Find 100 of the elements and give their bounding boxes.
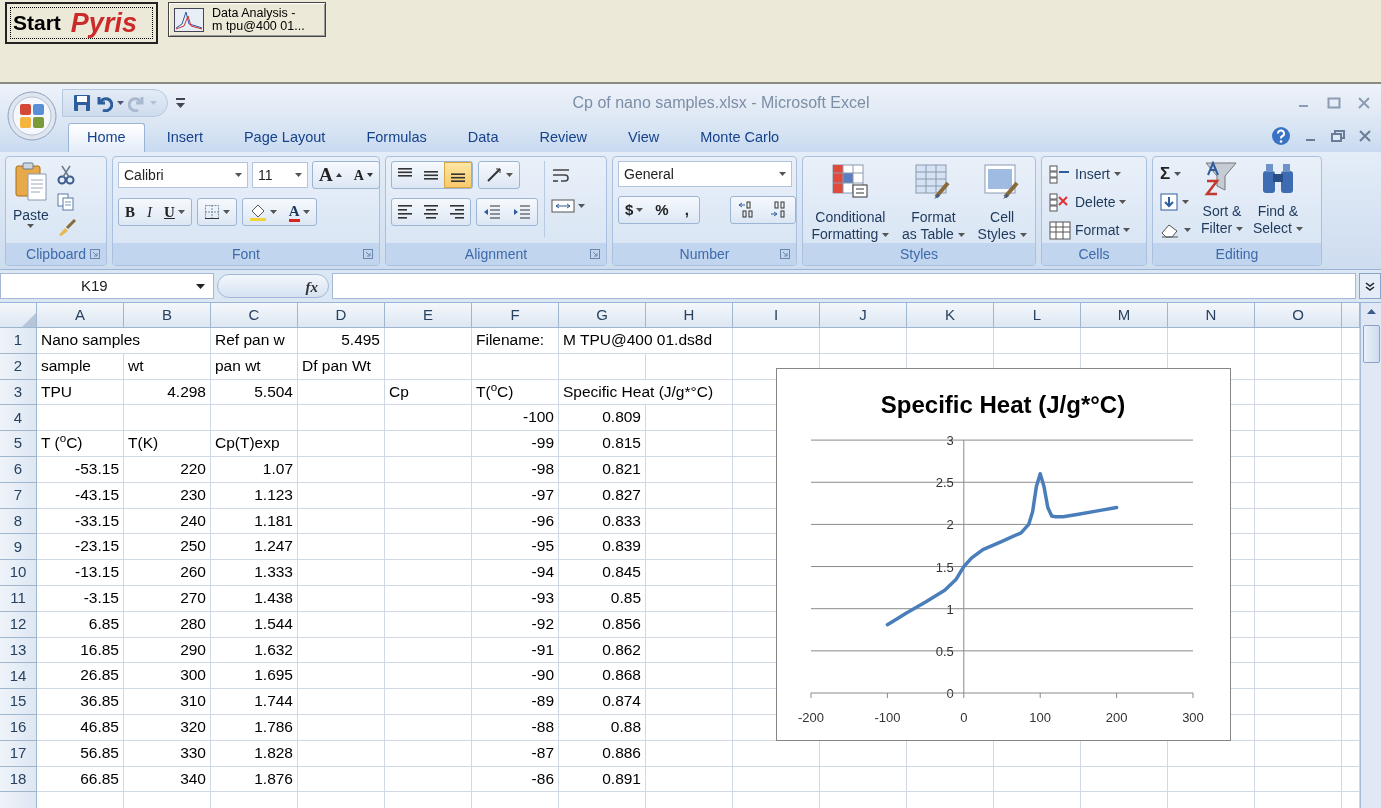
restore-icon[interactable] xyxy=(1331,130,1345,142)
row-header[interactable]: 14 xyxy=(0,663,37,690)
ribbon-tab[interactable]: View xyxy=(609,123,679,152)
insert-button[interactable]: Insert xyxy=(1047,161,1133,187)
ribbon-tab[interactable]: Review xyxy=(520,123,606,152)
autosum-button[interactable]: Σ xyxy=(1158,161,1193,187)
caret-icon xyxy=(27,224,35,228)
start-button[interactable]: Start Pyris xyxy=(5,2,158,44)
format-as-table-button[interactable]: Format as Table xyxy=(900,163,967,243)
row-header[interactable]: 15 xyxy=(0,689,37,715)
find-select-button[interactable]: Find & Select xyxy=(1251,161,1305,237)
column-header[interactable]: E xyxy=(385,303,472,328)
format-button[interactable]: Format xyxy=(1047,217,1133,243)
row-header[interactable]: 3 xyxy=(0,379,37,406)
ribbon-tab[interactable]: Formulas xyxy=(347,123,446,152)
caret-icon xyxy=(366,173,373,177)
customize-icon[interactable] xyxy=(176,98,185,108)
ribbon-tab[interactable]: Data xyxy=(448,123,518,152)
ribbon-tab[interactable]: Insert xyxy=(147,123,222,152)
copy-icon[interactable] xyxy=(56,193,75,211)
caret-icon xyxy=(235,173,242,177)
grow-font-button[interactable]: A xyxy=(313,162,348,188)
column-header[interactable]: K xyxy=(907,303,994,328)
row-header[interactable]: 17 xyxy=(0,740,37,767)
row-header[interactable]: 18 xyxy=(0,766,37,793)
conditional-formatting-button[interactable]: Conditional Formatting xyxy=(809,163,892,243)
lines-icon xyxy=(450,205,464,219)
comma-button[interactable]: , xyxy=(674,197,699,223)
italic-button[interactable]: I xyxy=(141,199,158,225)
column-header[interactable]: G xyxy=(559,303,646,328)
close-icon[interactable] xyxy=(1359,130,1371,142)
row-header[interactable]: 1 xyxy=(0,328,37,354)
column-header[interactable]: I xyxy=(733,303,820,328)
name-box[interactable]: K19 xyxy=(0,273,214,299)
column-header[interactable]: F xyxy=(472,303,559,328)
merge-center-icon[interactable] xyxy=(551,197,575,215)
ribbon-tab[interactable]: Home xyxy=(68,123,145,152)
column-header[interactable]: D xyxy=(298,303,385,328)
scissors-icon[interactable] xyxy=(56,165,75,185)
underline-button[interactable]: U xyxy=(158,199,191,225)
close-icon[interactable] xyxy=(1357,97,1371,109)
clipboard-icon xyxy=(13,161,48,201)
save-icon[interactable] xyxy=(73,94,91,112)
font-size-combobox[interactable]: 11 xyxy=(252,162,308,188)
delete-button[interactable]: Delete xyxy=(1047,189,1133,215)
column-header[interactable]: B xyxy=(124,303,211,328)
row-header[interactable]: 16 xyxy=(0,714,37,741)
caret-icon xyxy=(636,208,644,212)
column-header[interactable]: A xyxy=(37,303,124,328)
dialog-launcher-icon[interactable] xyxy=(363,249,373,259)
row-header[interactable]: 8 xyxy=(0,508,37,535)
table-cell: 66.85 xyxy=(37,766,124,793)
column-header[interactable]: C xyxy=(211,303,298,328)
row-header[interactable]: 2 xyxy=(0,353,37,380)
help-icon[interactable] xyxy=(1271,126,1291,146)
shrink-font-button[interactable]: A xyxy=(347,162,379,188)
column-header[interactable]: O xyxy=(1255,303,1342,328)
scrollbar-thumb[interactable] xyxy=(1362,325,1380,363)
column-header[interactable]: H xyxy=(646,303,733,328)
row-header[interactable]: 10 xyxy=(0,560,37,586)
formula-input[interactable] xyxy=(332,273,1356,299)
sort-filter-button[interactable]: Sort & Filter xyxy=(1199,161,1245,237)
expand-formula-bar-button[interactable] xyxy=(1359,273,1381,299)
row-header[interactable]: 4 xyxy=(0,405,37,432)
maximize-icon[interactable] xyxy=(1327,97,1341,109)
row-header[interactable]: 13 xyxy=(0,637,37,664)
ribbon-tab[interactable]: Monte Carlo xyxy=(681,123,799,152)
taskbar-button[interactable]: Data Analysis - m tpu@400 01... xyxy=(168,2,326,37)
cell-styles-button[interactable]: Cell Styles xyxy=(975,163,1029,243)
row-header[interactable]: 9 xyxy=(0,534,37,561)
table-cell: 1.333 xyxy=(211,560,298,586)
table-cell: 0.891 xyxy=(559,766,646,793)
tick-label: 300 xyxy=(1182,710,1204,725)
ribbon-tab[interactable]: Page Layout xyxy=(224,123,345,152)
dialog-launcher-icon[interactable] xyxy=(780,249,790,259)
row-header[interactable]: 11 xyxy=(0,585,37,612)
column-header[interactable]: J xyxy=(820,303,907,328)
bold-button[interactable]: B xyxy=(119,199,141,225)
column-header[interactable]: L xyxy=(994,303,1081,328)
insert-function-button[interactable]: fx xyxy=(217,274,329,298)
column-header[interactable]: M xyxy=(1081,303,1168,328)
undo-icon[interactable] xyxy=(95,94,113,112)
font-name-combobox[interactable]: Calibri xyxy=(118,162,248,188)
currency-button[interactable]: $ xyxy=(619,197,650,223)
dialog-launcher-icon[interactable] xyxy=(90,249,100,259)
vertical-scrollbar[interactable] xyxy=(1360,303,1381,808)
brush-icon[interactable] xyxy=(56,219,77,237)
dialog-launcher-icon[interactable] xyxy=(590,249,600,259)
percent-button[interactable]: % xyxy=(649,197,675,223)
paste-button[interactable]: Paste xyxy=(11,161,51,228)
row-header[interactable]: 5 xyxy=(0,431,37,457)
caret-icon xyxy=(1295,227,1303,232)
number-format-combobox[interactable]: General xyxy=(618,161,792,187)
row-header[interactable]: 6 xyxy=(0,457,37,483)
row-header[interactable]: 7 xyxy=(0,482,37,509)
bottom-align-button[interactable] xyxy=(444,162,472,188)
column-header[interactable]: N xyxy=(1168,303,1255,328)
table-cell: 5.504 xyxy=(211,379,298,406)
row-header[interactable]: 12 xyxy=(0,611,37,638)
format-cells-icon xyxy=(1049,220,1071,240)
